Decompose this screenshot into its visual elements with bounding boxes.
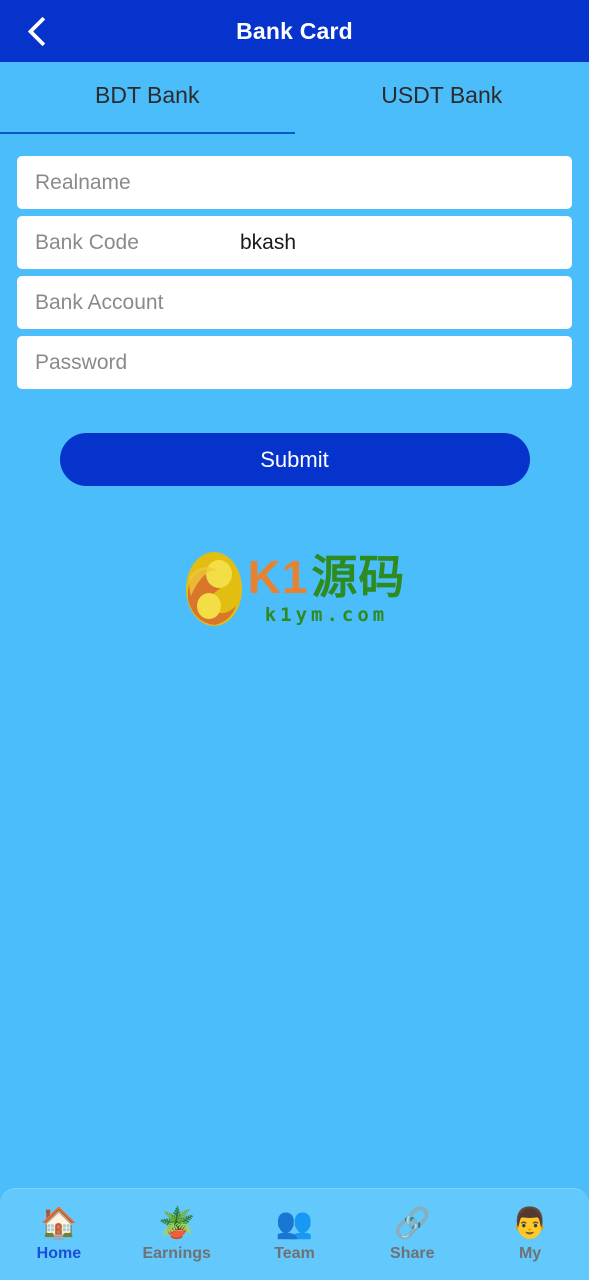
tab-usdt-bank-label: USDT Bank — [381, 81, 503, 108]
user-avatar-icon: 👨 — [511, 1205, 549, 1241]
bank-type-tabs: BDT Bank USDT Bank — [0, 62, 589, 134]
nav-item-share[interactable]: 🔗 Share — [353, 1207, 471, 1263]
watermark-inner: K1 源码 k1ym.com — [184, 550, 406, 628]
password-placeholder: Password — [35, 350, 128, 374]
bank-code-value: bkash — [240, 230, 297, 254]
bank-account-field[interactable]: Bank Account — [17, 276, 572, 329]
page-title: Bank Card — [236, 17, 353, 44]
watermark-text: K1 源码 k1ym.com — [248, 554, 406, 625]
bank-code-label: Bank Code — [35, 230, 139, 254]
nav-item-earnings[interactable]: 🪴 Earnings — [118, 1207, 236, 1263]
watermark-brand-cn: 源码 — [311, 549, 406, 604]
bottom-navigation: 🏠 Home 🪴 Earnings 👥 Team 🔗 Share 👨 My — [0, 1188, 589, 1280]
nav-item-home-label: Home — [36, 1244, 82, 1262]
bank-code-field[interactable]: Bank Code bkash — [17, 216, 572, 269]
watermark-domain: k1ym.com — [264, 603, 389, 626]
money-plant-icon: 🪴 — [158, 1205, 196, 1241]
nav-item-team[interactable]: 👥 Team — [236, 1207, 354, 1263]
nav-item-share-label: Share — [390, 1244, 435, 1262]
submit-button[interactable]: Submit — [59, 433, 530, 486]
tab-bdt-bank-label: BDT Bank — [95, 81, 200, 108]
nav-item-my[interactable]: 👨 My — [471, 1207, 589, 1263]
nav-item-earnings-label: Earnings — [142, 1244, 211, 1262]
brand-emblem-icon — [184, 550, 244, 628]
submit-area: Submit — [0, 396, 589, 486]
app-header: Bank Card — [0, 0, 589, 62]
realname-field[interactable]: Realname — [17, 156, 572, 209]
bank-account-placeholder: Bank Account — [35, 290, 164, 314]
tab-bdt-bank[interactable]: BDT Bank — [0, 62, 295, 134]
nav-item-my-label: My — [518, 1244, 542, 1262]
chevron-left-icon — [27, 16, 58, 46]
watermark: K1 源码 k1ym.com — [0, 550, 589, 628]
watermark-brand: K1 — [247, 550, 309, 603]
share-network-icon: 🔗 — [393, 1205, 431, 1241]
house-icon: 🏠 — [40, 1205, 78, 1241]
bank-card-screen: Bank Card BDT Bank USDT Bank Realname Ba… — [0, 0, 589, 1280]
tab-usdt-bank[interactable]: USDT Bank — [295, 62, 589, 134]
bank-card-form: Realname Bank Code bkash Bank Account Pa… — [0, 134, 589, 396]
nav-item-team-label: Team — [274, 1244, 315, 1262]
back-button[interactable] — [14, 0, 66, 62]
password-field[interactable]: Password — [17, 336, 572, 389]
realname-placeholder: Realname — [35, 170, 131, 194]
nav-item-home[interactable]: 🏠 Home — [0, 1207, 118, 1263]
people-group-icon: 👥 — [275, 1205, 314, 1241]
watermark-brand-row: K1 源码 — [248, 554, 406, 600]
